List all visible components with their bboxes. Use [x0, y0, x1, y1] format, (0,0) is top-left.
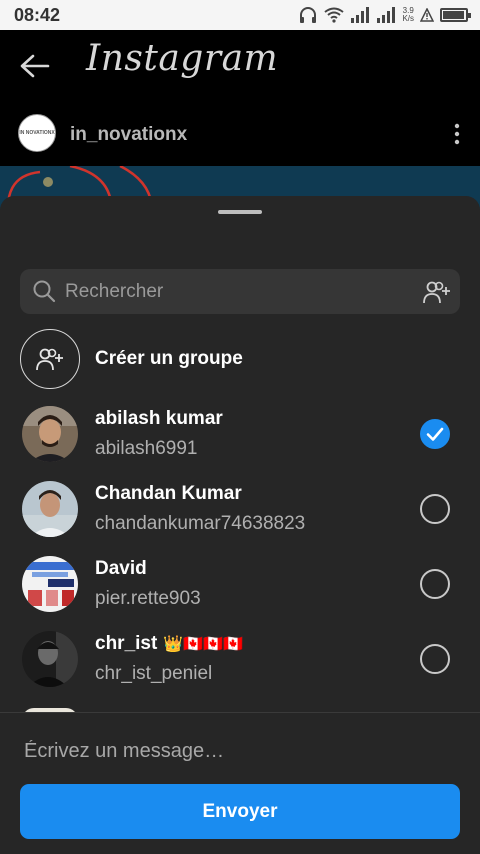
contact-row[interactable]: David pier.rette903 — [0, 556, 480, 630]
avatar — [22, 556, 78, 612]
select-radio[interactable] — [420, 419, 450, 449]
headphones-icon — [300, 7, 317, 23]
message-composer: Envoyer — [0, 712, 480, 854]
post-avatar[interactable]: IN NOVATIONX — [18, 114, 56, 152]
net-speed: 3.9 K/s — [402, 7, 414, 23]
send-button[interactable]: Envoyer — [20, 784, 460, 839]
status-bar: 08:42 3.9 K/s — [0, 0, 480, 30]
avatar — [22, 631, 78, 687]
signal-icon-2 — [377, 7, 396, 23]
signal-icon — [351, 7, 370, 23]
contact-username: chandankumar74638823 — [95, 513, 306, 534]
contact-name: chr_ist 👑🇨🇦🇨🇦🇨🇦 — [95, 633, 243, 654]
avatar — [22, 406, 78, 462]
create-group-icon-wrapper — [20, 329, 80, 389]
avatar — [22, 481, 78, 537]
app-bar: Instagram — [0, 30, 480, 102]
search-icon — [33, 280, 56, 303]
flag-emojis: 👑🇨🇦🇨🇦🇨🇦 — [163, 636, 243, 653]
back-arrow-icon[interactable] — [18, 50, 52, 82]
instagram-logo: Instagram — [86, 38, 279, 79]
post-avatar-logo-text: IN NOVATIONX — [19, 130, 55, 136]
add-people-icon[interactable] — [422, 279, 452, 305]
search-input[interactable] — [65, 269, 405, 314]
contact-name: David — [95, 558, 147, 579]
contact-username: pier.rette903 — [95, 588, 201, 609]
select-radio[interactable] — [420, 494, 450, 524]
contact-name: Chandan Kumar — [95, 483, 242, 504]
contact-name: abilash kumar — [95, 408, 223, 429]
wifi-icon — [324, 7, 345, 23]
select-radio[interactable] — [420, 644, 450, 674]
contact-row[interactable]: chr_ist 👑🇨🇦🇨🇦🇨🇦 chr_ist_peniel — [0, 631, 480, 705]
status-icons: 3.9 K/s — [298, 6, 471, 24]
battery-icon — [440, 8, 471, 22]
contact-username: abilash6991 — [95, 438, 198, 459]
create-group-label: Créer un groupe — [95, 348, 243, 369]
group-add-icon — [36, 348, 63, 371]
net-speed-unit: K/s — [402, 14, 414, 23]
contact-row[interactable]: abilash kumar abilash6991 — [0, 406, 480, 480]
battery-fill — [443, 11, 464, 19]
warning-icon — [420, 8, 434, 22]
more-options-icon[interactable] — [454, 122, 460, 146]
search-bar — [20, 269, 460, 314]
message-input[interactable] — [24, 733, 454, 769]
create-group-row[interactable]: Créer un groupe — [0, 329, 480, 403]
post-username[interactable]: in_novationx — [70, 124, 187, 146]
sheet-drag-handle[interactable] — [218, 210, 262, 214]
status-time: 08:42 — [14, 5, 61, 25]
checkmark-icon — [426, 427, 444, 441]
post-header: IN NOVATIONX in_novationx — [0, 102, 480, 166]
share-sheet: Créer un groupe abilash kumar abilash699… — [0, 196, 480, 854]
contact-username: chr_ist_peniel — [95, 663, 213, 684]
contact-row[interactable]: Chandan Kumar chandankumar74638823 — [0, 481, 480, 555]
select-radio[interactable] — [420, 569, 450, 599]
